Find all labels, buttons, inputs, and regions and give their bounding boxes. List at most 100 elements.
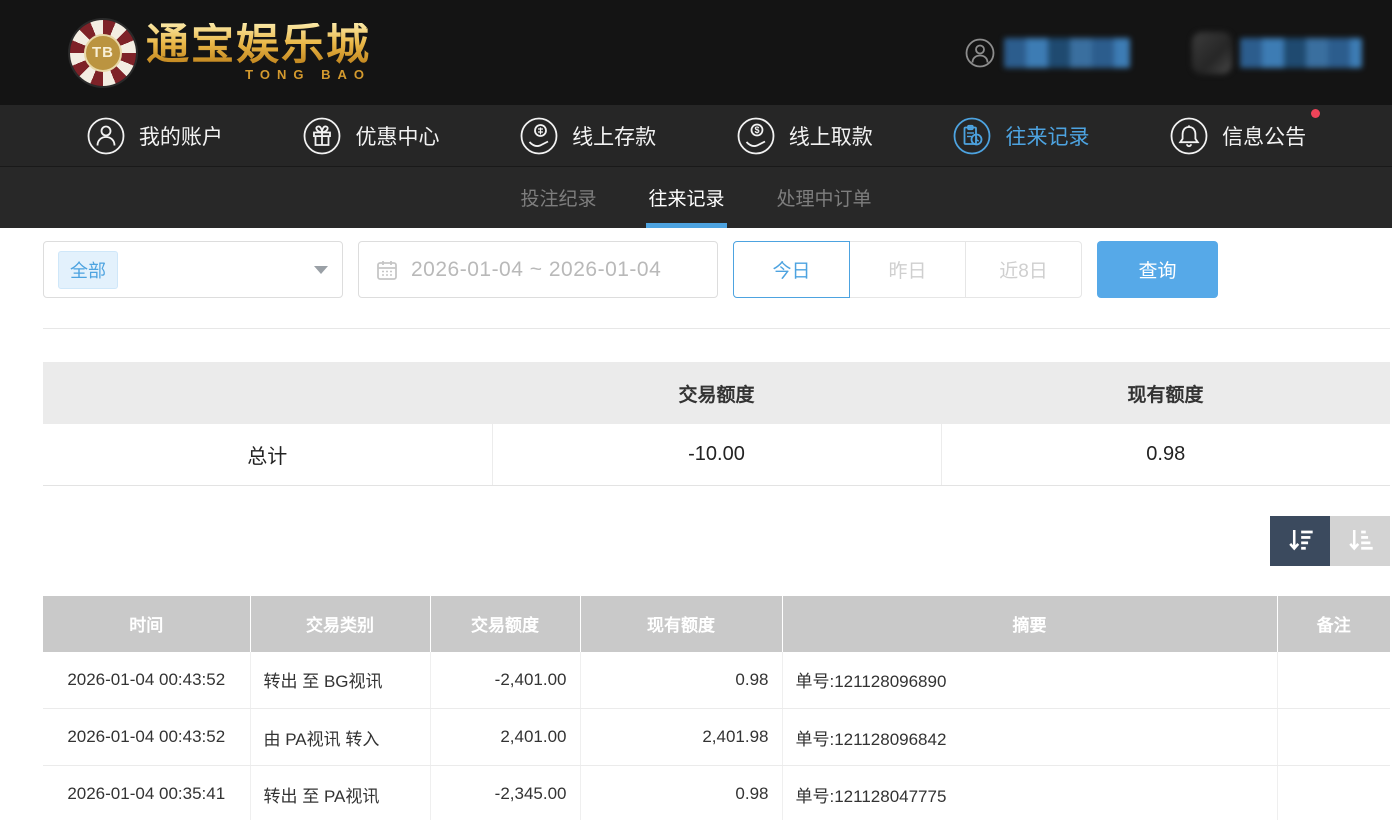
summary-total-amount: -10.00: [492, 424, 942, 486]
col-balance: 现有额度: [580, 595, 783, 652]
bell-icon: [1170, 117, 1208, 154]
cell-summary: 单号:121128047775: [782, 765, 1278, 820]
records-icon: [954, 117, 991, 154]
cell-balance: 0.98: [580, 765, 783, 820]
table-row: 2026-01-04 00:43:52 由 PA视讯 转入 2,401.00 2…: [43, 708, 1390, 766]
nav-item-promotions[interactable]: 优惠中心: [302, 116, 439, 156]
summary-total-row: 总计 -10.00 0.98: [43, 424, 1390, 486]
cell-type: 转出 至 PA视讯: [250, 765, 431, 820]
type-select[interactable]: 全部: [43, 241, 343, 298]
cell-amount: 2,401.00: [430, 708, 581, 766]
records-header-row: 时间 交易类别 交易额度 现有额度 摘要 备注: [43, 595, 1390, 652]
summary-total-balance: 0.98: [941, 424, 1390, 486]
summary-header-amount: 交易额度: [492, 362, 941, 424]
nav-label: 线上存款: [572, 125, 657, 149]
yesterday-button[interactable]: 昨日: [849, 241, 966, 298]
brand-name-en: TONG BAO: [245, 66, 371, 82]
nav-label: 优惠中心: [355, 125, 440, 149]
cell-summary: 单号:121128096842: [782, 708, 1278, 766]
cell-time: 2026-01-04 00:43:52: [43, 651, 251, 709]
cell-amount: -2,345.00: [430, 765, 581, 820]
withdraw-icon: $: [737, 117, 775, 154]
col-summary: 摘要: [782, 595, 1278, 652]
records-table: 时间 交易类别 交易额度 现有额度 摘要 备注 2026-01-04 00:43…: [43, 595, 1390, 820]
cell-type: 由 PA视讯 转入: [250, 708, 431, 766]
tab-label: 处理中订单: [776, 189, 872, 210]
cell-note: [1277, 708, 1390, 766]
table-row: 2026-01-04 00:43:52 转出 至 BG视讯 -2,401.00 …: [43, 651, 1390, 709]
nav-label: 线上取款: [788, 125, 873, 149]
summary-header-empty: [43, 362, 492, 424]
svg-text:$: $: [754, 125, 759, 135]
casino-chip-icon: TB: [70, 19, 136, 86]
nav-label: 我的账户: [138, 125, 223, 149]
tab-betting-records[interactable]: 投注纪录: [518, 167, 598, 228]
username-group[interactable]: [964, 37, 1130, 69]
content: 全部 2026-01-04 ~ 2026-01-04 今日 昨日 近8日 查询 …: [0, 228, 1392, 820]
person-icon: [965, 38, 995, 67]
section-divider: [43, 328, 1390, 329]
cell-summary: 单号:121128096890: [782, 651, 1278, 709]
cell-balance: 2,401.98: [580, 708, 783, 766]
brand-text: 通宝娱乐城 TONG BAO: [146, 21, 371, 82]
top-bar: TB 通宝娱乐城 TONG BAO: [0, 0, 1392, 105]
user-area: [964, 31, 1362, 74]
col-amount: 交易额度: [430, 595, 581, 652]
quick-date-group: 今日 昨日 近8日: [733, 241, 1082, 298]
cell-note: [1277, 651, 1390, 709]
nav-item-deposit[interactable]: 线上存款: [519, 116, 656, 156]
nav-label: 信息公告: [1222, 125, 1307, 149]
cell-note: [1277, 765, 1390, 820]
cell-amount: -2,401.00: [430, 651, 581, 709]
summary-header-balance: 现有额度: [941, 362, 1390, 424]
col-note: 备注: [1277, 595, 1390, 652]
sort-desc-icon: [1289, 529, 1313, 550]
brand-logo[interactable]: TB 通宝娱乐城 TONG BAO: [70, 19, 371, 86]
today-button[interactable]: 今日: [733, 241, 850, 298]
nav-item-announcements[interactable]: 信息公告: [1169, 108, 1321, 156]
calendar-icon: [377, 260, 397, 280]
selected-type-tag[interactable]: 全部: [58, 250, 118, 289]
account-icon: [87, 117, 125, 154]
cell-balance: 0.98: [580, 651, 783, 709]
summary-total-label: 总计: [43, 424, 493, 486]
sort-asc-icon: [1349, 529, 1373, 550]
chevron-down-icon: [314, 265, 328, 274]
sub-nav: 投注纪录 往来记录 处理中订单: [0, 166, 1392, 228]
tab-pending-orders[interactable]: 处理中订单: [775, 167, 874, 228]
col-time: 时间: [43, 595, 251, 652]
table-row: 2026-01-04 00:35:41 转出 至 PA视讯 -2,345.00 …: [43, 765, 1390, 820]
nav-item-transactions[interactable]: 往来记录: [952, 116, 1089, 156]
deposit-icon: [520, 117, 558, 154]
nav-item-my-account[interactable]: 我的账户: [86, 116, 223, 156]
tab-label: 往来记录: [648, 189, 725, 210]
last-8-days-button[interactable]: 近8日: [965, 241, 1082, 298]
date-range-value: 2026-01-04 ~ 2026-01-04: [411, 257, 662, 281]
cell-time: 2026-01-04 00:35:41: [43, 765, 251, 820]
tab-transaction-records[interactable]: 往来记录: [646, 167, 727, 228]
masked-avatar: [1192, 31, 1232, 74]
main-nav: 我的账户 优惠中心 线上存款 $ 线上取款 往来记录 信息公告: [0, 105, 1392, 166]
sort-ascending-button[interactable]: [1330, 515, 1390, 566]
cell-type: 转出 至 BG视讯: [250, 651, 431, 709]
sort-descending-button[interactable]: [1270, 515, 1330, 566]
tab-label: 投注纪录: [520, 189, 597, 210]
active-tab-underline: [646, 223, 727, 228]
balance-group[interactable]: [1192, 31, 1362, 74]
chip-tb-label: TB: [84, 33, 122, 72]
sort-controls: [43, 515, 1390, 566]
brand-name-cn: 通宝娱乐城: [146, 21, 371, 70]
date-range-input[interactable]: 2026-01-04 ~ 2026-01-04: [358, 241, 718, 298]
summary-header-row: 交易额度 现有额度: [43, 362, 1390, 424]
masked-username: [1004, 37, 1130, 68]
summary-table: 交易额度 现有额度 总计 -10.00 0.98: [43, 362, 1390, 486]
filter-row: 全部 2026-01-04 ~ 2026-01-04 今日 昨日 近8日 查询: [43, 241, 1390, 298]
cell-time: 2026-01-04 00:43:52: [43, 708, 251, 766]
nav-label: 往来记录: [1005, 125, 1090, 149]
masked-balance: [1240, 37, 1362, 68]
notification-dot: [1311, 108, 1321, 118]
nav-item-withdraw[interactable]: $ 线上取款: [736, 116, 873, 156]
col-type: 交易类别: [250, 595, 431, 652]
gift-icon: [304, 117, 341, 154]
search-button[interactable]: 查询: [1097, 241, 1218, 298]
